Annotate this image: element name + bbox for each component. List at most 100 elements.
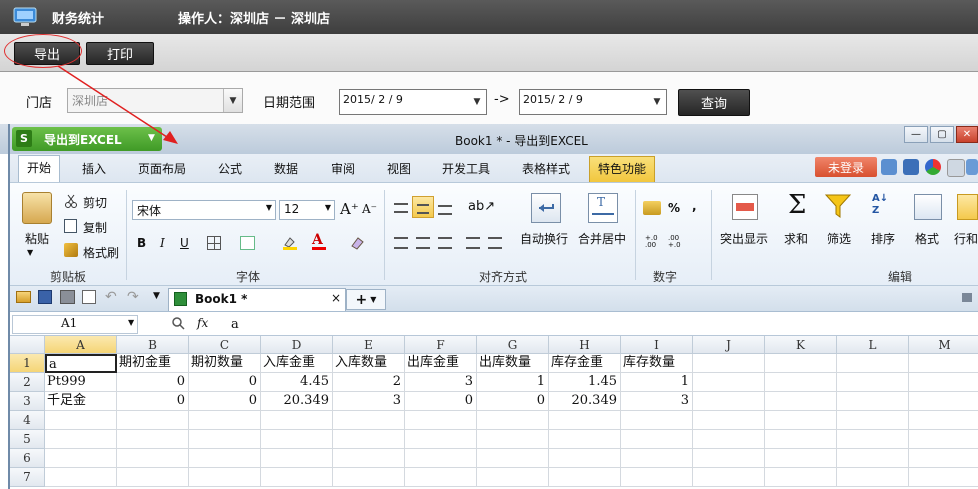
row-header[interactable]: 7 bbox=[10, 468, 45, 487]
table-cell[interactable] bbox=[621, 449, 693, 468]
table-cell[interactable] bbox=[837, 354, 909, 373]
tab-table-style[interactable]: 表格样式 bbox=[514, 157, 578, 180]
table-cell[interactable] bbox=[693, 468, 765, 487]
column-header[interactable]: M bbox=[909, 336, 978, 354]
text-direction-icon[interactable]: ab↗ bbox=[468, 199, 495, 215]
settings-icon[interactable] bbox=[966, 159, 978, 175]
format-icon[interactable] bbox=[914, 194, 942, 220]
table-cell[interactable] bbox=[117, 449, 189, 468]
table-cell[interactable] bbox=[117, 430, 189, 449]
increase-font-icon[interactable]: A⁺ bbox=[340, 200, 359, 218]
table-cell[interactable] bbox=[837, 411, 909, 430]
store-select[interactable]: 深圳店 ▼ bbox=[67, 88, 243, 113]
table-cell[interactable] bbox=[477, 430, 549, 449]
column-header[interactable]: J bbox=[693, 336, 765, 354]
table-cell[interactable] bbox=[765, 354, 837, 373]
table-cell[interactable] bbox=[261, 468, 333, 487]
table-cell[interactable]: 0 bbox=[189, 392, 261, 411]
table-cell[interactable] bbox=[261, 430, 333, 449]
align-top-icon[interactable] bbox=[394, 203, 408, 213]
format-painter-icon[interactable] bbox=[64, 243, 78, 257]
table-cell[interactable] bbox=[189, 449, 261, 468]
wrap-text-icon[interactable] bbox=[531, 193, 561, 223]
table-cell[interactable] bbox=[693, 392, 765, 411]
chevron-down-icon[interactable]: ▼ bbox=[325, 203, 331, 212]
chevron-down-icon[interactable]: ▼ bbox=[223, 89, 242, 112]
tab-review[interactable]: 审阅 bbox=[323, 157, 363, 180]
table-cell[interactable] bbox=[405, 411, 477, 430]
panel-toggle-icon[interactable] bbox=[962, 293, 972, 302]
table-cell[interactable]: 0 bbox=[117, 373, 189, 392]
date-from-field[interactable]: 2015/ 2 / 9 ▼ bbox=[339, 89, 487, 115]
table-cell[interactable]: 库存金重 bbox=[549, 354, 621, 373]
table-cell[interactable] bbox=[909, 392, 978, 411]
table-cell[interactable] bbox=[261, 449, 333, 468]
column-header[interactable]: H bbox=[549, 336, 621, 354]
table-cell[interactable] bbox=[909, 430, 978, 449]
chevron-down-icon[interactable]: ▼ bbox=[266, 203, 272, 212]
table-cell[interactable]: 3 bbox=[333, 392, 405, 411]
rows-columns-icon[interactable] bbox=[957, 194, 978, 220]
table-cell[interactable]: 1 bbox=[477, 373, 549, 392]
decrease-decimal-icon[interactable]: .00 +.0 bbox=[668, 235, 684, 249]
table-cell[interactable] bbox=[909, 354, 978, 373]
table-cell[interactable]: 2 bbox=[333, 373, 405, 392]
column-header[interactable]: B bbox=[117, 336, 189, 354]
row-header[interactable]: 4 bbox=[10, 411, 45, 430]
table-cell[interactable] bbox=[477, 411, 549, 430]
table-cell[interactable] bbox=[405, 449, 477, 468]
table-cell[interactable] bbox=[189, 468, 261, 487]
decrease-indent-icon[interactable] bbox=[466, 237, 480, 249]
table-cell[interactable] bbox=[549, 449, 621, 468]
function-icon[interactable]: fx bbox=[197, 316, 208, 330]
comma-button[interactable]: , bbox=[692, 199, 697, 213]
table-cell[interactable] bbox=[333, 430, 405, 449]
paste-label[interactable]: 粘贴 bbox=[25, 230, 49, 247]
table-cell[interactable] bbox=[117, 411, 189, 430]
close-tab-icon[interactable]: × bbox=[331, 291, 341, 305]
align-right-icon[interactable] bbox=[438, 237, 452, 249]
table-cell[interactable] bbox=[765, 449, 837, 468]
table-cell[interactable] bbox=[765, 468, 837, 487]
redo-icon[interactable]: ↷ bbox=[127, 289, 139, 305]
row-header[interactable]: 2 bbox=[10, 373, 45, 392]
table-cell[interactable] bbox=[765, 430, 837, 449]
name-box[interactable]: A1 bbox=[12, 315, 138, 334]
column-header[interactable]: L bbox=[837, 336, 909, 354]
select-all-corner[interactable] bbox=[10, 336, 45, 354]
date-to-field[interactable]: 2015/ 2 / 9 ▼ bbox=[519, 89, 667, 115]
table-cell[interactable] bbox=[693, 411, 765, 430]
tab-developer[interactable]: 开发工具 bbox=[434, 157, 498, 180]
table-cell[interactable]: 入库金重 bbox=[261, 354, 333, 373]
table-cell[interactable] bbox=[837, 373, 909, 392]
table-cell[interactable] bbox=[45, 449, 117, 468]
sort-label[interactable]: 排序 bbox=[871, 230, 895, 247]
table-cell[interactable] bbox=[765, 392, 837, 411]
help-icon[interactable] bbox=[881, 159, 897, 175]
scissors-icon[interactable] bbox=[64, 194, 78, 208]
table-cell[interactable] bbox=[333, 468, 405, 487]
table-cell[interactable] bbox=[909, 468, 978, 487]
minimize-button[interactable]: — bbox=[904, 126, 928, 143]
table-cell[interactable] bbox=[405, 468, 477, 487]
table-cell[interactable] bbox=[621, 411, 693, 430]
table-cell[interactable]: 期初金重 bbox=[117, 354, 189, 373]
open-folder-icon[interactable] bbox=[16, 291, 31, 303]
table-cell[interactable]: 期初数量 bbox=[189, 354, 261, 373]
document-icon[interactable] bbox=[903, 159, 919, 175]
table-cell[interactable]: 入库数量 bbox=[333, 354, 405, 373]
table-cell[interactable] bbox=[477, 449, 549, 468]
table-cell[interactable]: 1 bbox=[621, 373, 693, 392]
column-header[interactable]: K bbox=[765, 336, 837, 354]
zoom-formula-icon[interactable] bbox=[172, 317, 185, 330]
save-icon[interactable] bbox=[38, 290, 52, 304]
chevron-down-icon[interactable]: ▼ bbox=[468, 90, 486, 114]
merge-center-icon[interactable]: T bbox=[588, 193, 618, 223]
table-cell[interactable] bbox=[45, 468, 117, 487]
table-cell[interactable]: 出库金重 bbox=[405, 354, 477, 373]
table-cell[interactable]: 20.349 bbox=[261, 392, 333, 411]
tab-view[interactable]: 视图 bbox=[379, 157, 419, 180]
print-preview-icon[interactable] bbox=[82, 290, 96, 304]
table-cell[interactable]: 0 bbox=[117, 392, 189, 411]
table-cell[interactable]: 3 bbox=[405, 373, 477, 392]
